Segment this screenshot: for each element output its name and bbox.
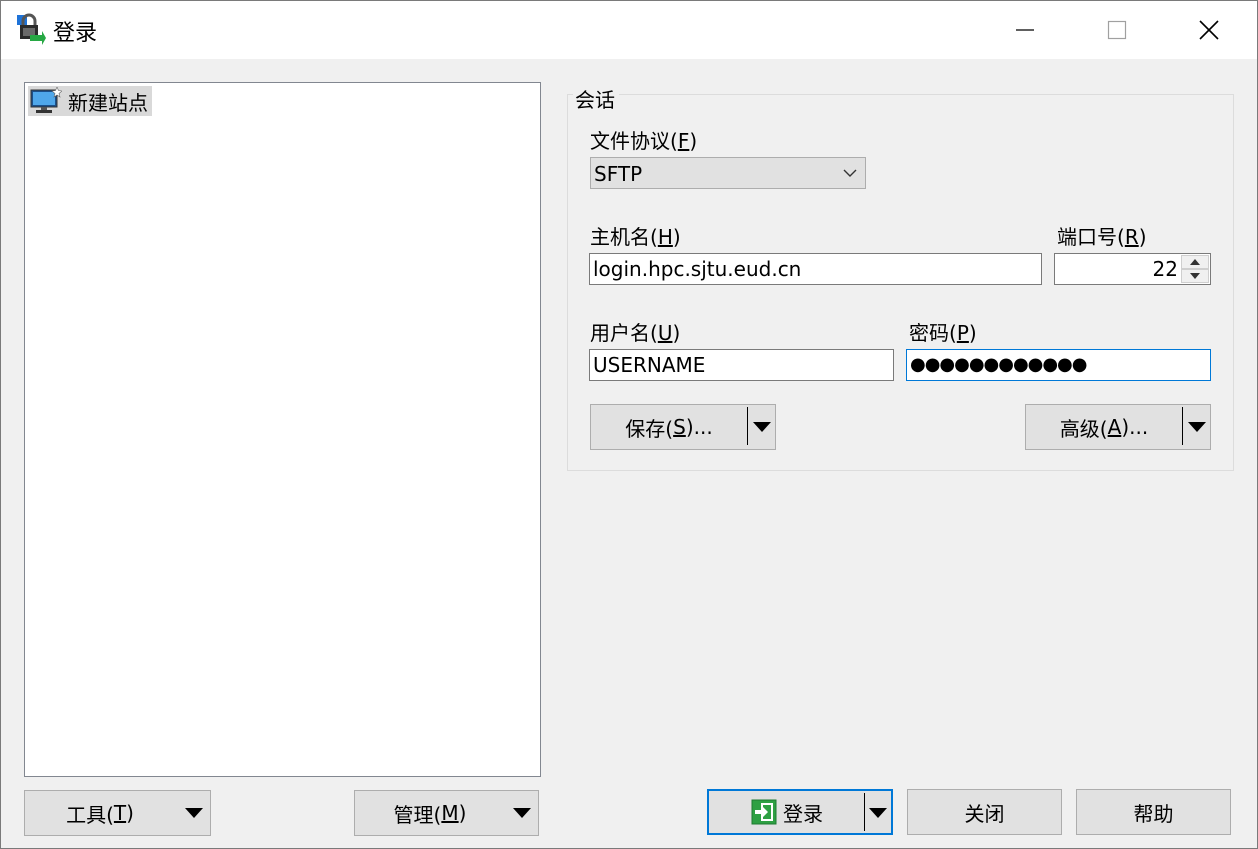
minimize-button[interactable] <box>979 1 1071 59</box>
login-arrow-icon <box>751 799 777 825</box>
chevron-down-icon <box>843 169 857 177</box>
username-input[interactable]: USERNAME <box>589 349 894 381</box>
protocol-label: 文件协议(F) <box>590 129 698 153</box>
password-input[interactable]: ●●●●●●●●●●●● <box>906 349 1211 381</box>
dropdown-arrow-icon[interactable] <box>753 422 771 432</box>
split-divider <box>1182 407 1183 445</box>
host-label: 主机名(H) <box>590 225 681 249</box>
close-button-label: 关闭 <box>964 801 1005 826</box>
close-icon <box>1199 20 1219 40</box>
minimize-icon <box>1016 29 1034 31</box>
port-value: 22 <box>1152 257 1178 281</box>
session-group-label: 会话 <box>573 84 619 113</box>
login-button[interactable]: 登录 <box>709 791 865 833</box>
port-increment-button[interactable] <box>1181 255 1209 269</box>
caret-down-icon <box>1190 273 1200 279</box>
caret-up-icon <box>1190 259 1200 265</box>
protocol-select[interactable]: SFTP <box>590 157 866 189</box>
save-button[interactable]: 保存(S)... <box>591 405 747 449</box>
password-label: 密码(P) <box>909 321 977 345</box>
split-divider <box>864 793 865 831</box>
username-label: 用户名(U) <box>590 321 681 345</box>
close-button[interactable]: 关闭 <box>907 789 1062 835</box>
login-split-button[interactable]: 登录 <box>707 789 893 835</box>
tree-item-new-site[interactable]: 新建站点 <box>28 86 152 116</box>
port-stepper[interactable]: 22 <box>1054 253 1211 285</box>
port-label: 端口号(R) <box>1057 225 1147 249</box>
tools-button-label: 工具(T) <box>66 801 134 827</box>
login-button-label: 登录 <box>783 801 823 826</box>
advanced-button[interactable]: 高级(A)... <box>1026 405 1182 449</box>
manage-button[interactable]: 管理(M) <box>354 790 539 836</box>
dropdown-arrow-icon[interactable] <box>1188 422 1206 432</box>
login-dialog: 登录 新建站点 会话 文件协议(F) SFTP 主机名(H) login.hpc… <box>0 0 1258 849</box>
title-bar[interactable]: 登录 <box>1 1 1257 59</box>
help-button-label: 帮助 <box>1133 801 1174 826</box>
tools-button[interactable]: 工具(T) <box>24 790 211 836</box>
save-split-button[interactable]: 保存(S)... <box>590 404 776 450</box>
window-title: 登录 <box>53 21 98 46</box>
protocol-value: SFTP <box>594 162 643 186</box>
manage-button-label: 管理(M) <box>393 801 467 827</box>
port-decrement-button[interactable] <box>1181 269 1209 283</box>
host-input[interactable]: login.hpc.sjtu.eud.cn <box>589 253 1042 285</box>
help-button[interactable]: 帮助 <box>1076 789 1231 835</box>
dropdown-arrow-icon[interactable] <box>869 808 887 818</box>
advanced-split-button[interactable]: 高级(A)... <box>1025 404 1211 450</box>
maximize-icon <box>1107 20 1127 40</box>
new-site-monitor-icon <box>30 87 62 113</box>
winscp-lock-icon <box>17 13 46 45</box>
maximize-button[interactable] <box>1071 1 1163 59</box>
tree-item-label: 新建站点 <box>68 90 148 115</box>
dropdown-arrow-icon <box>185 808 203 818</box>
site-tree[interactable]: 新建站点 <box>24 82 541 777</box>
dropdown-arrow-icon <box>513 808 531 818</box>
split-divider <box>747 407 748 445</box>
close-window-button[interactable] <box>1163 1 1255 59</box>
